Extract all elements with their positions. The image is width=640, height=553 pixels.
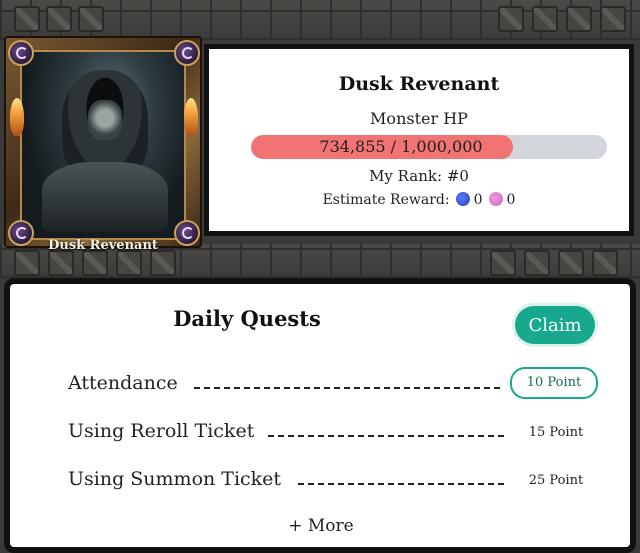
dashed-leader (268, 435, 504, 437)
quest-points: 15 Point (528, 425, 584, 440)
moon-orb-icon (174, 220, 200, 246)
carved-glyph (14, 6, 40, 32)
quest-row-attendance: Attendance 10 Point (68, 367, 598, 402)
boss-armor (42, 162, 168, 232)
carved-glyph (532, 6, 558, 32)
hp-value-text: 734,855 / 1,000,000 (319, 137, 483, 156)
dashed-leader (298, 483, 504, 485)
more-quests-link[interactable]: + More (10, 516, 632, 536)
moon-orb-icon (174, 40, 200, 66)
boss-card[interactable]: Dusk Revenant (4, 36, 202, 253)
reward-blue-value: 0 (473, 192, 483, 208)
claim-button[interactable]: Claim (515, 306, 595, 344)
monster-hp-label: Monster HP (370, 109, 468, 128)
my-rank: My Rank: #0 (369, 167, 469, 185)
boss-card-name: Dusk Revenant (48, 238, 158, 253)
quest-points-button[interactable]: 10 Point (510, 367, 598, 399)
moon-orb-icon (8, 220, 34, 246)
hp-bar: 734,855 / 1,000,000 (251, 135, 607, 159)
quest-row-summon: Using Summon Ticket 25 Point (68, 468, 598, 498)
boss-name: Dusk Revenant (338, 73, 500, 95)
carved-glyph (524, 250, 550, 276)
estimate-reward: Estimate Reward: 0 0 (209, 192, 629, 208)
carved-glyph (498, 6, 524, 32)
flame-ornament-icon (184, 98, 198, 136)
carved-glyph (116, 250, 142, 276)
top-stone-frieze (0, 0, 640, 40)
carved-glyph (48, 250, 74, 276)
carved-glyph (14, 250, 40, 276)
quest-name: Using Summon Ticket (68, 468, 282, 490)
boss-info-panel: Dusk Revenant Monster HP 734,855 / 1,000… (204, 44, 634, 236)
moon-orb-icon (8, 40, 34, 66)
quest-name: Using Reroll Ticket (68, 420, 255, 442)
carved-glyph (600, 6, 626, 32)
daily-quests-title: Daily Quests (173, 306, 321, 331)
estimate-reward-label: Estimate Reward: (322, 192, 450, 208)
carved-glyph (566, 6, 592, 32)
quest-row-reroll: Using Reroll Ticket 15 Point (68, 420, 598, 450)
carved-glyph (150, 250, 176, 276)
boss-skull-face (88, 100, 122, 140)
flame-ornament-icon (10, 98, 24, 136)
carved-glyph (592, 250, 618, 276)
reward-pink-value: 0 (506, 192, 516, 208)
pink-gem-icon (488, 192, 503, 206)
dashed-leader (194, 387, 500, 389)
carved-glyph (82, 250, 108, 276)
boss-portrait: Dusk Revenant (20, 50, 186, 253)
carved-glyph (46, 6, 72, 32)
blue-coin-icon (455, 192, 470, 206)
daily-quests-panel: Daily Quests Claim Attendance 10 Point U… (4, 278, 636, 553)
quest-points: 25 Point (528, 473, 584, 488)
carved-glyph (78, 6, 104, 32)
carved-glyph (558, 250, 584, 276)
quest-name: Attendance (68, 372, 178, 394)
carved-glyph (490, 250, 516, 276)
